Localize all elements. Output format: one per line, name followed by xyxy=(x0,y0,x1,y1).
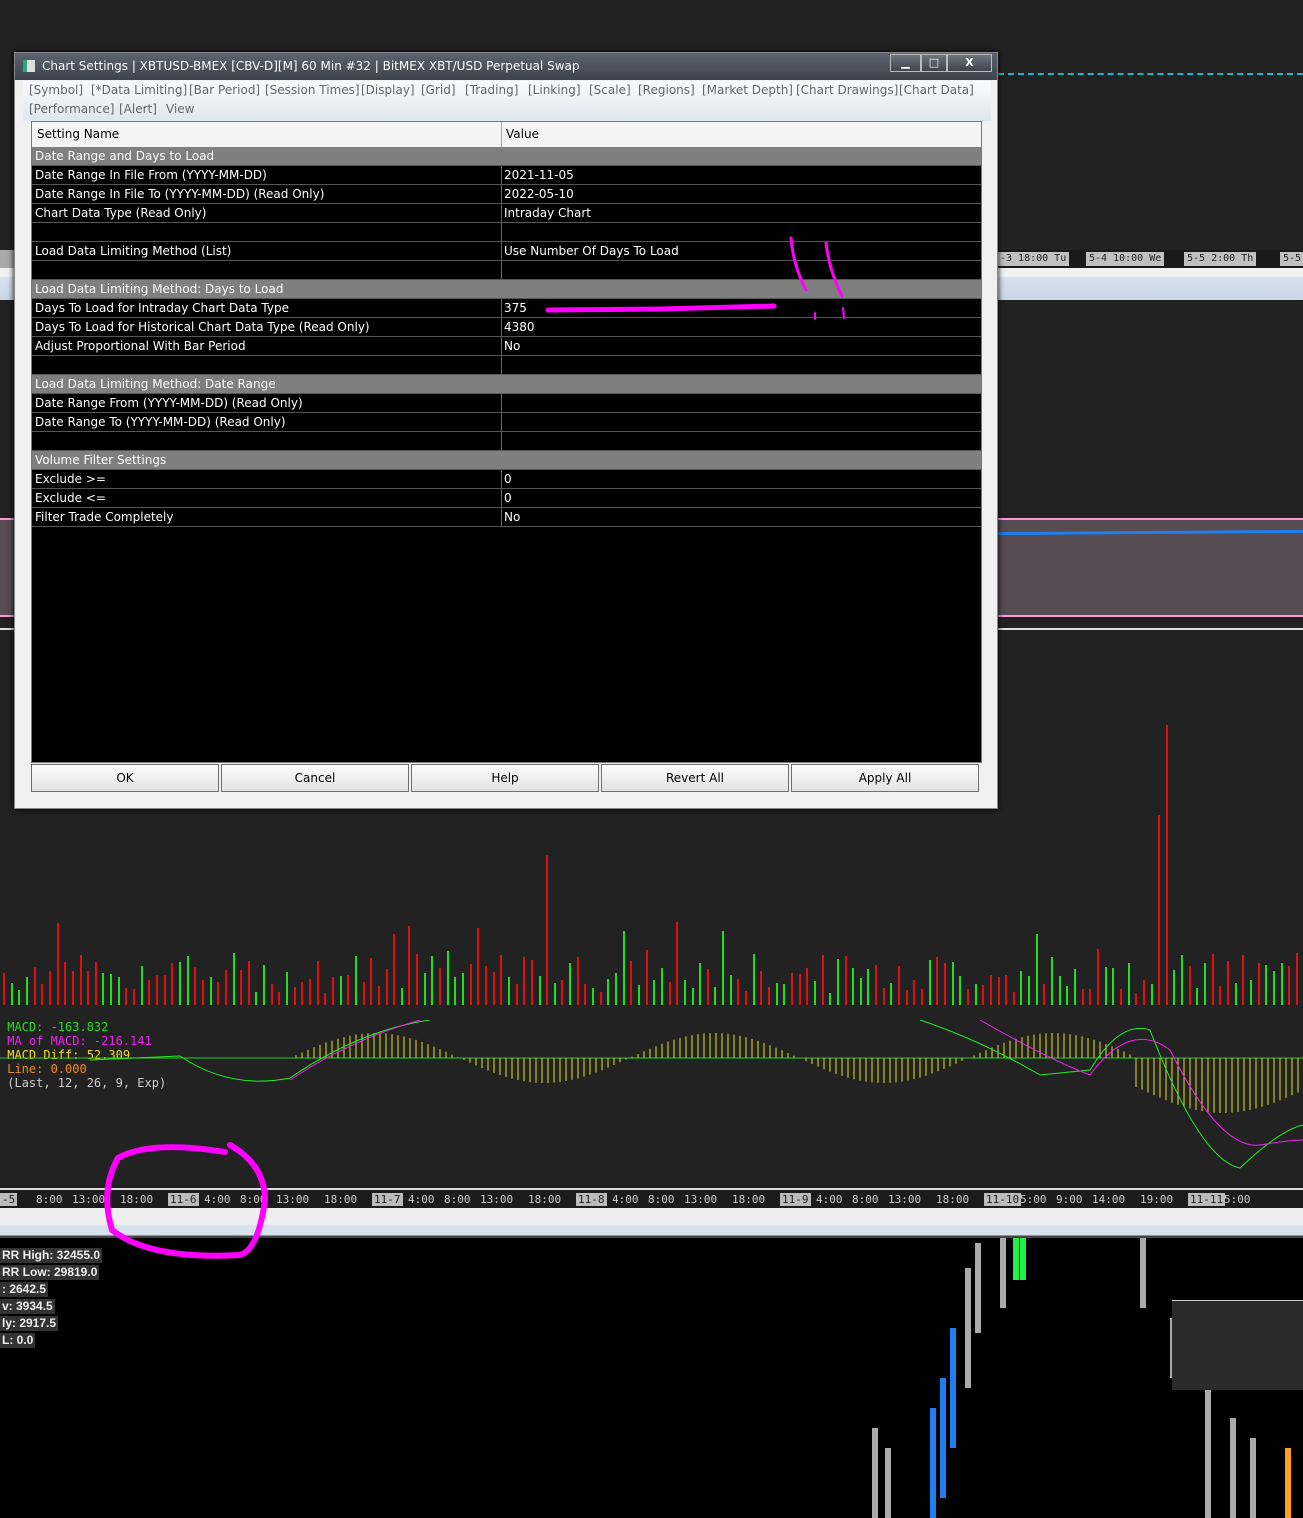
study-value-label: RR Low: 29819.0 xyxy=(0,1265,100,1280)
study-value-label: v: 3934.5 xyxy=(0,1299,55,1314)
study-value-label: ly: 2917.5 xyxy=(0,1316,59,1331)
handwritten-annotations xyxy=(104,236,845,1259)
study-value-label: L: 0.0 xyxy=(0,1333,36,1348)
study-value-label: : 2642.5 xyxy=(0,1282,49,1297)
stroke-annotation xyxy=(789,236,808,292)
underline-annotation xyxy=(545,303,777,313)
study-value-label: RR High: 32455.0 xyxy=(0,1248,103,1263)
stroke-annotation xyxy=(824,241,844,298)
circle-annotation xyxy=(104,1142,269,1259)
